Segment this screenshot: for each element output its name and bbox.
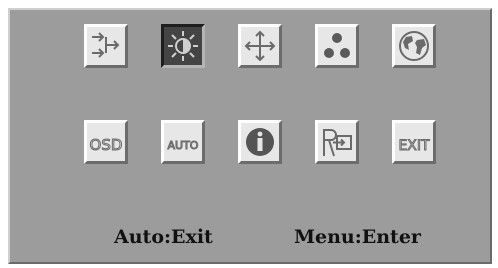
information-tile[interactable] <box>238 120 282 164</box>
auto-tile[interactable]: AUTO <box>161 120 205 164</box>
exit-icon-label: EXIT <box>398 138 430 154</box>
language-tile[interactable] <box>392 24 436 68</box>
auto-exit-hint: Auto:Exit <box>114 226 213 248</box>
osd-menu-panel: OSD AUTO EXIT Auto:Exit Menu:Enter <box>8 8 492 264</box>
info-icon <box>246 128 274 156</box>
osd-icon-label: OSD <box>90 136 123 154</box>
input-source-tile[interactable] <box>84 24 128 68</box>
auto-icon: AUTO <box>167 139 199 153</box>
position-tile[interactable] <box>238 24 282 68</box>
recall-tile[interactable] <box>315 120 359 164</box>
exit-tile[interactable]: EXIT <box>392 120 436 164</box>
exit-icon: EXIT <box>398 138 431 155</box>
recall-icon <box>323 129 352 157</box>
input-source-icon <box>92 32 120 58</box>
osd-tile[interactable]: OSD <box>84 120 128 164</box>
brightness-tile[interactable] <box>161 24 205 68</box>
menu-enter-hint: Menu:Enter <box>294 226 421 248</box>
color-tile[interactable] <box>315 24 359 68</box>
auto-icon-label: AUTO <box>168 139 199 152</box>
globe-icon <box>399 31 429 61</box>
position-arrows-icon <box>244 30 276 62</box>
brightness-icon <box>168 31 198 61</box>
color-dots-icon <box>324 33 350 58</box>
osd-icon: OSD <box>89 136 123 155</box>
